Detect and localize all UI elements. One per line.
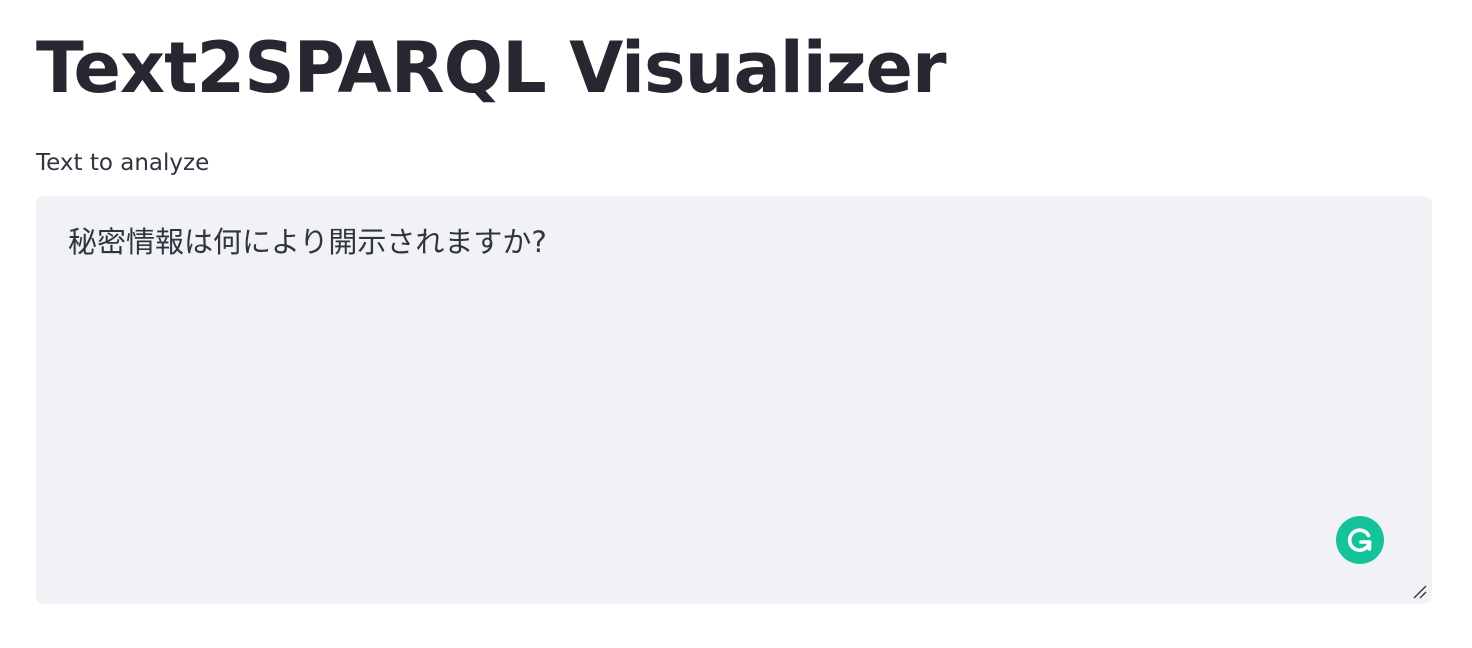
text-input-container: 秘密情報は何により開示されますか? xyxy=(36,196,1432,604)
text-to-analyze-textarea[interactable]: 秘密情報は何により開示されますか? xyxy=(36,196,1432,604)
grammarly-g-icon xyxy=(1347,528,1372,552)
page-title: Text2SPARQL Visualizer xyxy=(36,27,946,109)
resize-grip-icon[interactable] xyxy=(1412,584,1428,600)
textarea-label: Text to analyze xyxy=(36,150,210,176)
grammarly-button[interactable] xyxy=(1336,516,1384,564)
